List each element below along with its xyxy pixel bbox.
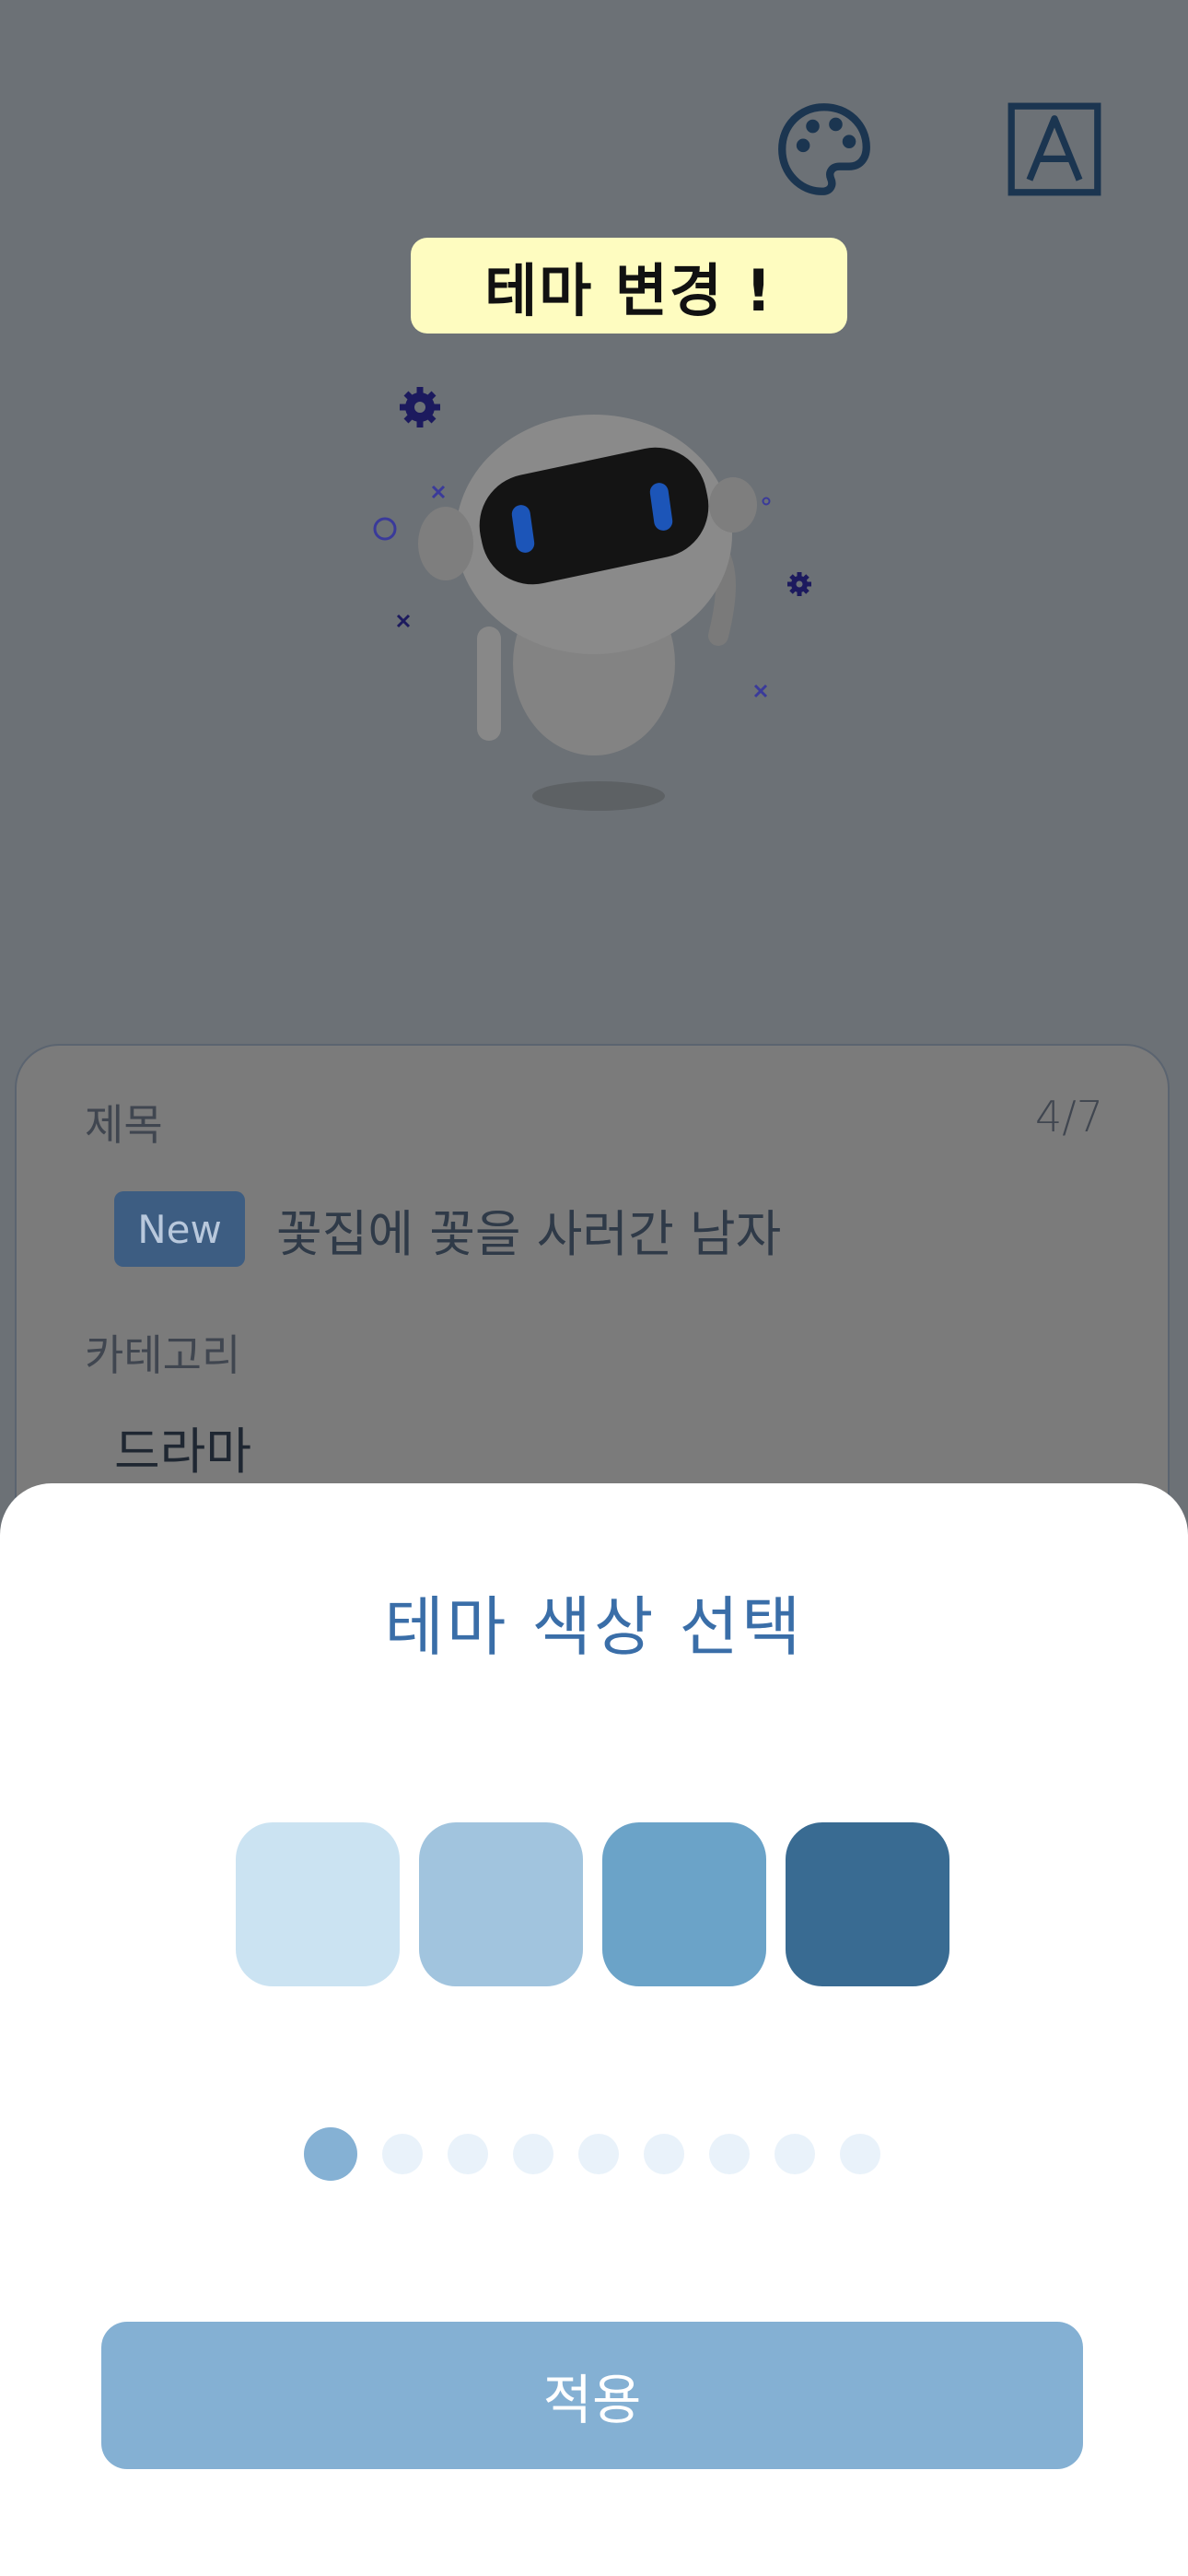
robot-illustration bbox=[359, 369, 838, 829]
apply-button[interactable]: 적용 bbox=[101, 2322, 1083, 2469]
page-dot[interactable] bbox=[382, 2134, 423, 2174]
color-swatch[interactable] bbox=[419, 1822, 583, 1986]
title-value: 꽃집에 꽃을 사러간 남자 bbox=[276, 1205, 782, 1263]
color-swatch[interactable] bbox=[602, 1822, 766, 1986]
sheet-title: 테마 색상 선택 bbox=[384, 1589, 804, 1665]
page-dot[interactable] bbox=[578, 2134, 619, 2174]
color-swatch[interactable] bbox=[786, 1822, 949, 1986]
title-counter: 4/7 bbox=[1034, 1092, 1103, 1142]
new-badge: New bbox=[114, 1191, 245, 1267]
page-dot[interactable] bbox=[644, 2134, 684, 2174]
title-label: 제목 bbox=[85, 1100, 163, 1150]
speech-bubble: 테마 변경 ! bbox=[411, 238, 847, 334]
palette-icon[interactable] bbox=[776, 101, 872, 197]
category-label: 카테고리 bbox=[85, 1330, 241, 1380]
page-dot[interactable] bbox=[775, 2134, 815, 2174]
color-swatch[interactable] bbox=[236, 1822, 400, 1986]
font-icon[interactable] bbox=[1007, 101, 1102, 197]
page-dot[interactable] bbox=[513, 2134, 553, 2174]
page-dot[interactable] bbox=[709, 2134, 750, 2174]
page-dot-active[interactable] bbox=[304, 2127, 357, 2181]
page-dot[interactable] bbox=[840, 2134, 880, 2174]
category-value: 드라마 bbox=[114, 1423, 252, 1481]
theme-color-sheet: 테마 색상 선택 적용 bbox=[0, 1483, 1188, 2576]
page-dot[interactable] bbox=[448, 2134, 488, 2174]
